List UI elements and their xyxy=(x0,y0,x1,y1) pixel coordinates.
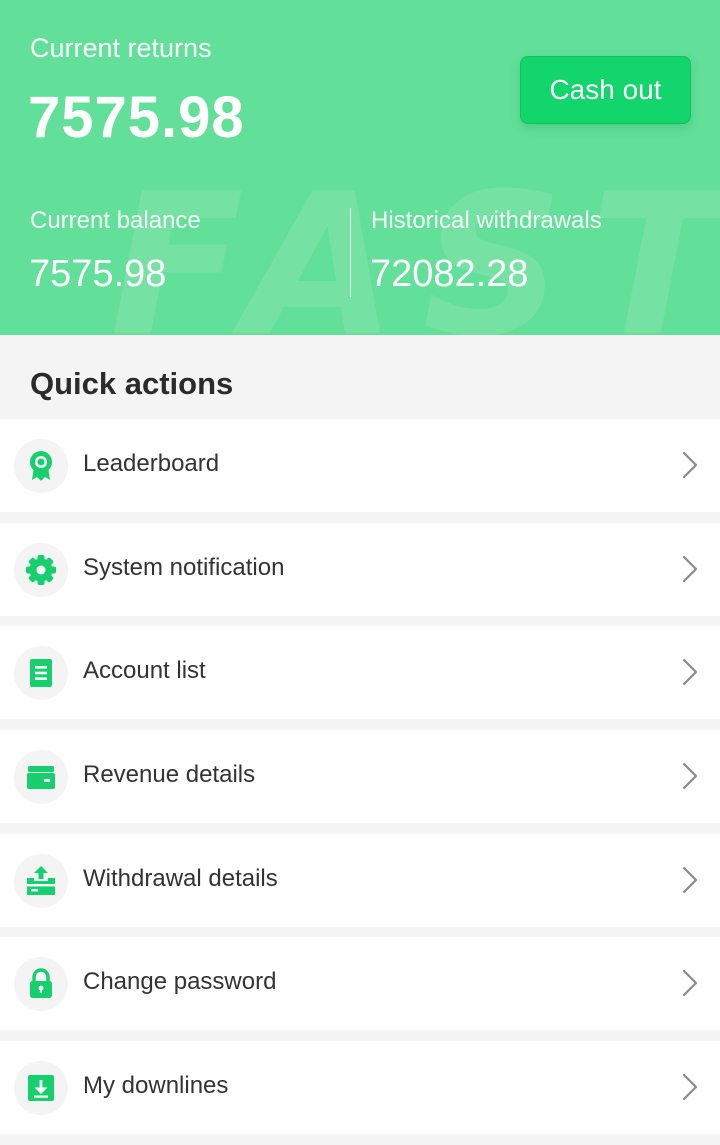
menu-item-change-password[interactable]: Change password xyxy=(0,937,720,1031)
cash-out-button[interactable]: Cash out xyxy=(520,56,691,124)
menu-item-withdrawal-details[interactable]: Withdrawal details xyxy=(0,833,720,927)
wallet-icon xyxy=(14,750,68,805)
chevron-right-icon xyxy=(682,866,698,893)
menu-item-leaderboard[interactable]: Leaderboard xyxy=(0,419,720,512)
chevron-right-icon xyxy=(682,1074,698,1101)
historical-withdrawals-value: 72082.28 xyxy=(370,253,529,295)
ribbon-award-icon xyxy=(14,439,68,493)
menu-item-label: Account list xyxy=(83,657,206,685)
upload-tray-icon xyxy=(14,853,68,908)
current-balance-value: 7575.98 xyxy=(29,253,167,295)
menu-item-label: Withdrawal details xyxy=(83,864,278,892)
historical-withdrawals-label: Historical withdrawals xyxy=(371,207,602,234)
menu-item-my-downlines[interactable]: My downlines xyxy=(0,1041,720,1135)
menu-item-system-notification[interactable]: System notification xyxy=(0,522,720,616)
menu-item-label: Revenue details xyxy=(83,761,256,789)
chevron-right-icon xyxy=(682,970,698,997)
chevron-right-icon xyxy=(682,659,698,686)
chevron-right-icon xyxy=(682,555,698,582)
padlock-icon xyxy=(14,957,68,1012)
quick-actions-list: Leaderboard System notification Account … xyxy=(0,419,720,1145)
menu-item-label: System notification xyxy=(83,553,285,581)
menu-item-label: Change password xyxy=(83,968,277,996)
chevron-right-icon xyxy=(682,762,698,790)
current-returns-value: 7575.98 xyxy=(28,85,245,150)
menu-item-revenue-details[interactable]: Revenue details xyxy=(0,730,720,824)
menu-item-label: My downlines xyxy=(83,1072,229,1100)
gear-icon xyxy=(14,542,68,597)
download-box-icon xyxy=(14,1061,68,1116)
menu-item-label: Leaderboard xyxy=(83,450,220,477)
quick-actions-title: Quick actions xyxy=(30,366,234,401)
current-balance-label: Current balance xyxy=(30,207,201,234)
current-returns-label: Current returns xyxy=(30,33,212,63)
earnings-header: FAST Current returns 7575.98 Cash out Cu… xyxy=(0,0,720,335)
document-list-icon xyxy=(14,646,68,701)
menu-item-account-list[interactable]: Account list xyxy=(0,626,720,720)
chevron-right-icon xyxy=(682,451,698,479)
stats-divider xyxy=(350,208,351,297)
header-watermark: FAST xyxy=(110,152,720,335)
